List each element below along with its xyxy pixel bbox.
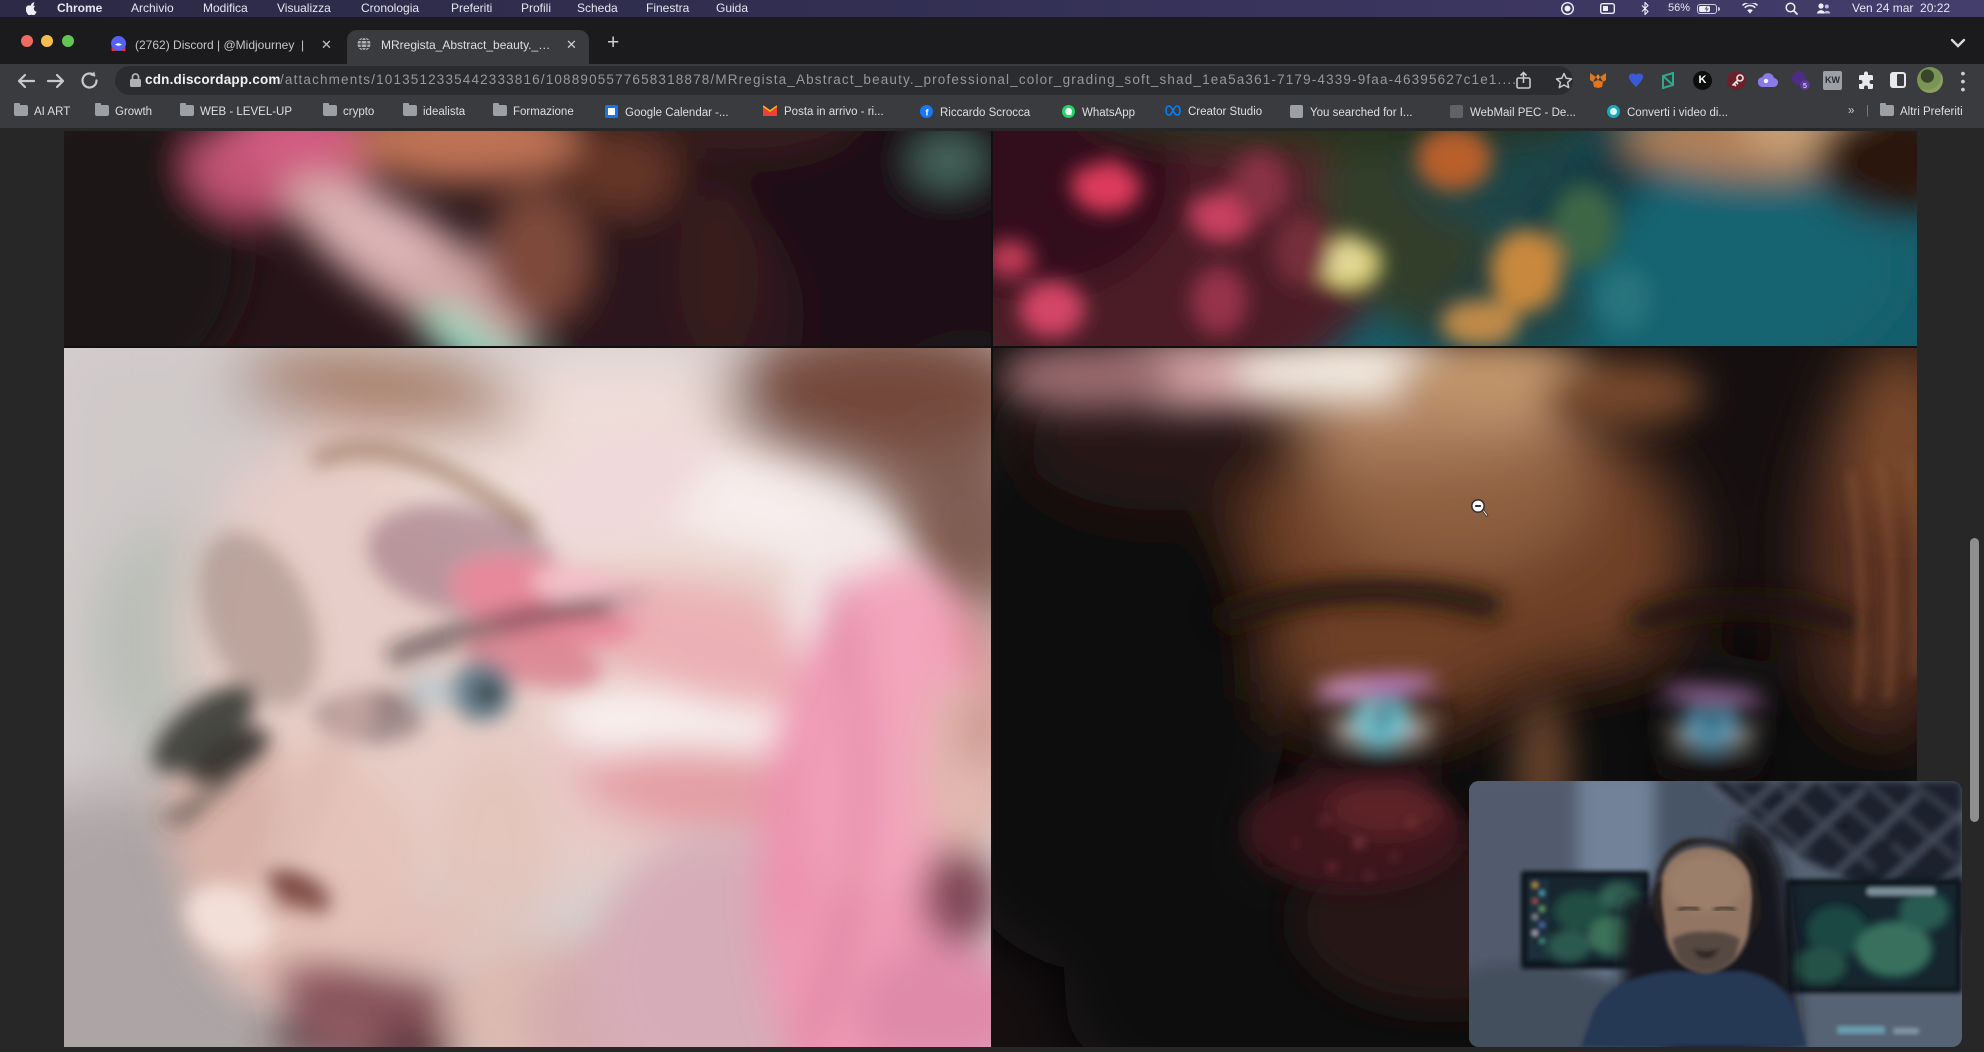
svg-text:5: 5 bbox=[1803, 83, 1807, 90]
